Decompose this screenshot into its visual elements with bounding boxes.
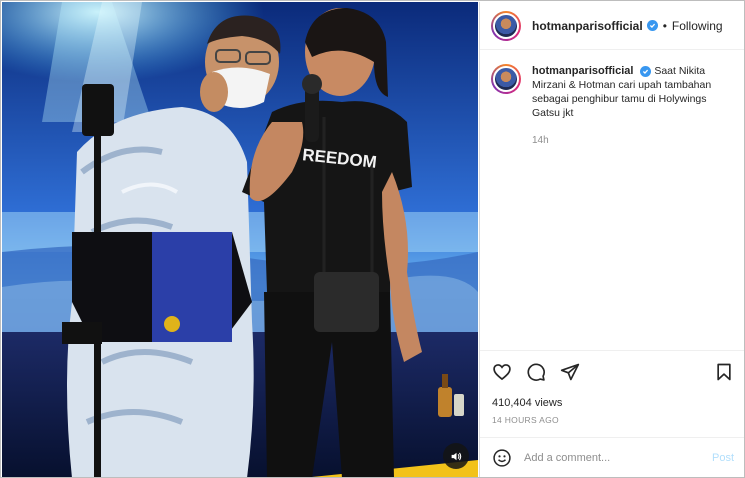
send-icon bbox=[560, 363, 580, 381]
comment-button[interactable] bbox=[526, 362, 546, 382]
post-actions: 410,404 views 14 HOURS AGO bbox=[480, 350, 744, 425]
caption-time[interactable]: 14h bbox=[532, 134, 737, 148]
avatar-image bbox=[493, 66, 519, 92]
post-video[interactable]: REEDOM bbox=[2, 2, 478, 477]
caption-username[interactable]: hotmanparisofficial bbox=[532, 65, 633, 77]
view-count[interactable]: 410,404 views bbox=[492, 397, 734, 409]
author-avatar[interactable] bbox=[491, 10, 521, 41]
verified-badge-icon bbox=[646, 20, 658, 31]
comment-icon bbox=[527, 363, 545, 381]
sound-toggle-button[interactable] bbox=[443, 443, 469, 469]
bookmark-icon bbox=[717, 363, 731, 381]
caption-avatar[interactable] bbox=[491, 64, 521, 94]
post-side-panel: hotmanparisofficial • Following hotmanpa… bbox=[479, 2, 744, 477]
video-frame: REEDOM bbox=[2, 2, 478, 477]
comment-form: Post bbox=[480, 437, 744, 477]
instagram-post-window: REEDOM hotmanparisofficial • Following h… bbox=[0, 0, 745, 478]
caption-block: hotmanparisofficial Saat Nikita Mirzani … bbox=[491, 64, 741, 148]
avatar-image bbox=[493, 12, 519, 39]
like-button[interactable] bbox=[492, 362, 512, 382]
emoji-button[interactable] bbox=[492, 448, 512, 468]
emoji-icon bbox=[493, 449, 511, 467]
caption: hotmanparisofficial Saat Nikita Mirzani … bbox=[532, 64, 737, 148]
save-button[interactable] bbox=[714, 362, 734, 382]
speaker-icon bbox=[451, 452, 461, 460]
share-button[interactable] bbox=[560, 362, 580, 382]
post-header: hotmanparisofficial • Following bbox=[480, 2, 744, 50]
post-comment-button[interactable]: Post bbox=[712, 452, 734, 464]
comment-input[interactable] bbox=[524, 452, 712, 464]
action-icon-row bbox=[492, 361, 734, 383]
following-button[interactable]: Following bbox=[672, 19, 723, 33]
header-separator: • bbox=[662, 18, 667, 33]
heart-icon bbox=[493, 364, 511, 381]
posted-time[interactable]: 14 HOURS AGO bbox=[492, 415, 734, 425]
author-username[interactable]: hotmanparisofficial bbox=[532, 19, 643, 33]
verified-badge-icon bbox=[640, 66, 652, 77]
